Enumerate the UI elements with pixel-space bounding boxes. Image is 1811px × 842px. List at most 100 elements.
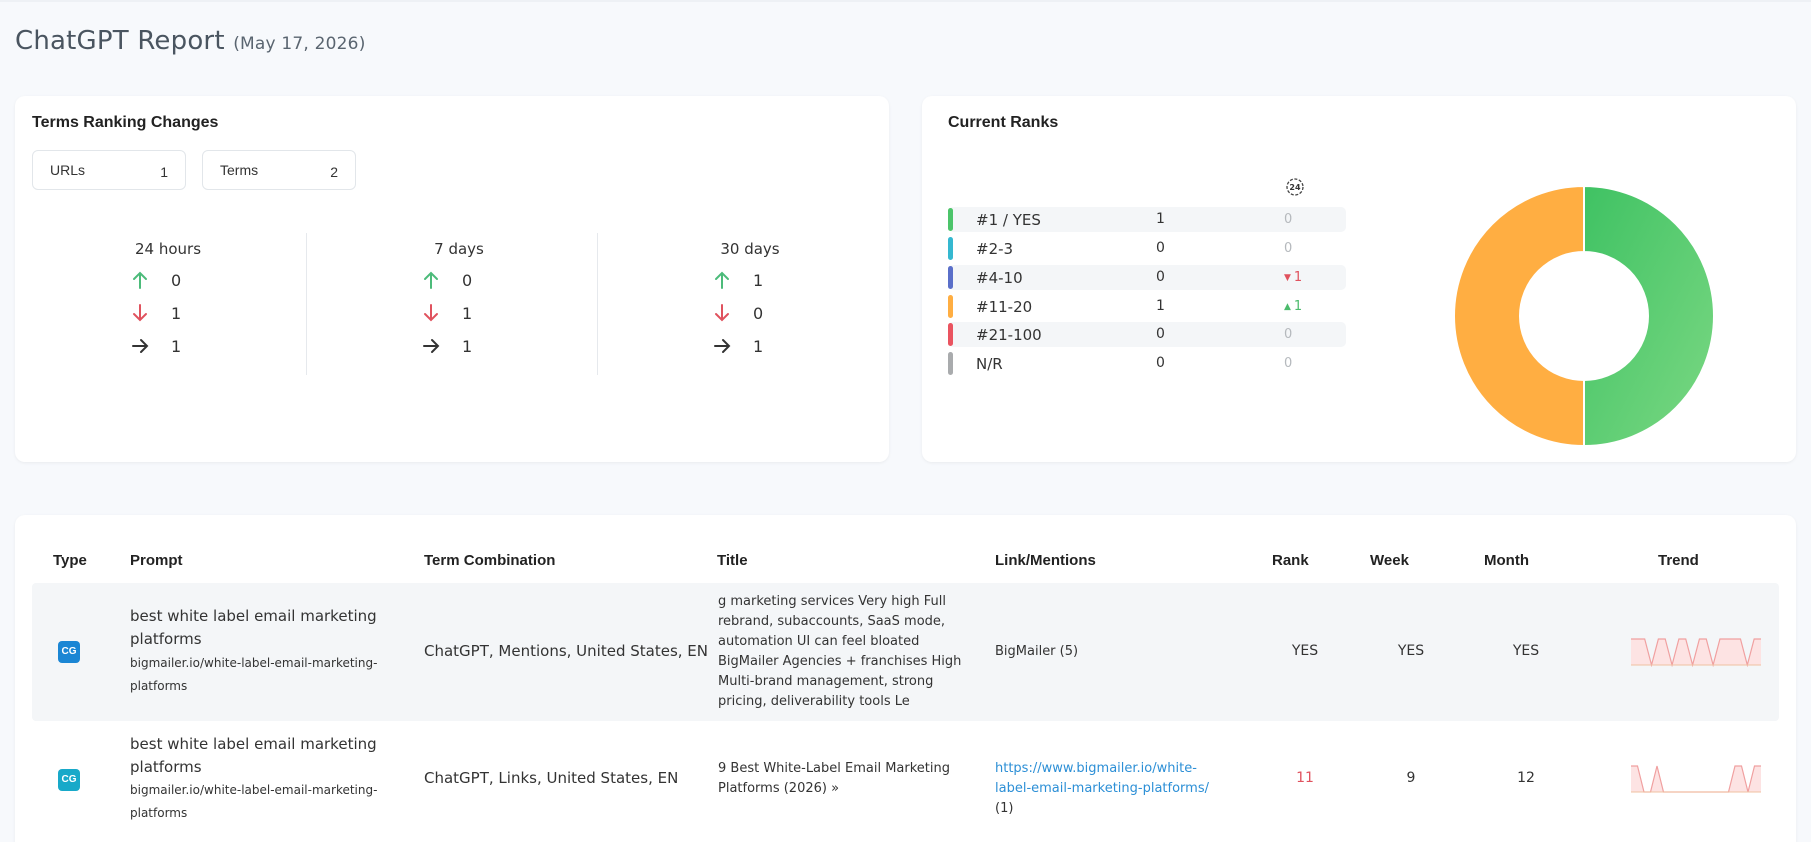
rank-change: 0 (1284, 241, 1293, 256)
header-type[interactable]: Type (53, 552, 87, 569)
rank-color-bar (948, 295, 953, 318)
donut-slice[interactable] (1454, 186, 1585, 446)
arrow-down-icon (424, 304, 438, 322)
terms-label: Terms (220, 162, 259, 178)
period-7-days: 7 days 0 1 1 (314, 234, 604, 376)
rank-change: ▼ 1 (1284, 270, 1303, 285)
header-rank[interactable]: Rank (1272, 552, 1309, 569)
report-date: (May 17, 2026) (233, 34, 366, 54)
month-value: 12 (1517, 770, 1535, 786)
rank-color-bar (948, 208, 953, 231)
rank-color-bar (948, 352, 953, 375)
rank-row: N/R 0 0 (948, 351, 1346, 376)
improved-row: 0 (422, 270, 502, 296)
donut-slice[interactable] (1583, 186, 1714, 446)
arrow-right-icon (423, 339, 440, 353)
prompt-url: bigmailer.io/white-label-email-marketing… (130, 783, 378, 820)
table-row[interactable]: CG best white label email marketing plat… (32, 721, 1779, 839)
chatgpt-links-type-icon: CG (58, 769, 80, 791)
table-row[interactable]: CG best white label email marketing plat… (32, 583, 1779, 721)
clock-label: 24 (1289, 183, 1301, 192)
header-link-mentions[interactable]: Link/Mentions (995, 552, 1096, 569)
unchanged-count: 1 (171, 337, 182, 356)
urls-label: URLs (50, 162, 86, 178)
header-trend[interactable]: Trend (1658, 552, 1699, 569)
triangle-down-icon: ▼ (1284, 273, 1291, 283)
period-24-hours: 24 hours 0 1 1 (23, 234, 313, 376)
period-label: 24 hours (134, 240, 202, 258)
rank-count: 0 (1156, 240, 1165, 256)
rank-color-bar (948, 237, 953, 260)
header-term-combination[interactable]: Term Combination (424, 552, 555, 569)
sparkline-area (1631, 766, 1761, 792)
rank-change: 0 (1284, 327, 1293, 342)
improved-count: 0 (462, 271, 473, 290)
header-week[interactable]: Week (1370, 552, 1409, 569)
declined-count: 1 (462, 304, 473, 323)
rank-label: #2-3 (976, 240, 1014, 258)
arrow-up-icon (715, 271, 729, 289)
rank-row: #4-10 0 ▼ 1 (948, 265, 1346, 290)
terms-value: 2 (330, 164, 338, 180)
history-24h-icon: 24 (1286, 178, 1304, 196)
period-30-days: 30 days 1 0 1 (605, 234, 895, 376)
card-title: Current Ranks (948, 114, 1059, 131)
declined-count: 1 (171, 304, 182, 323)
rank-count: 1 (1156, 211, 1165, 227)
rank-value: YES (1291, 643, 1319, 659)
rank-label: N/R (976, 355, 1003, 373)
unchanged-row: 1 (422, 336, 502, 362)
top-divider (0, 0, 1811, 2)
month-value: YES (1512, 643, 1540, 659)
mentions-cell: BigMailer (5) (995, 644, 1078, 659)
prompt-url: bigmailer.io/white-label-email-marketing… (130, 656, 378, 693)
arrow-right-icon (132, 339, 149, 353)
terms-ranking-changes-card: Terms Ranking Changes URLs 1 Terms 2 24 … (15, 96, 889, 462)
chatgpt-type-icon: CG (58, 641, 80, 663)
arrow-right-icon (714, 339, 731, 353)
rank-row: #11-20 1 ▲ 1 (948, 294, 1346, 319)
rank-color-bar (948, 323, 953, 346)
arrow-up-icon (133, 271, 147, 289)
improved-row: 0 (131, 270, 211, 296)
rank-label: #1 / YES (976, 211, 1041, 229)
rank-label: #11-20 (976, 298, 1033, 316)
rank-count: 1 (1156, 298, 1165, 314)
rank-change: 0 (1284, 212, 1293, 227)
prompt-text: best white label email marketing platfor… (130, 607, 377, 648)
unchanged-count: 1 (753, 337, 764, 356)
rank-row: #2-3 0 0 (948, 236, 1346, 261)
rank-label: #4-10 (976, 269, 1023, 287)
unchanged-count: 1 (462, 337, 473, 356)
rank-row: #1 / YES 1 0 (948, 207, 1346, 232)
terms-count-box[interactable]: Terms 2 (202, 150, 356, 190)
urls-count-box[interactable]: URLs 1 (32, 150, 186, 190)
declined-count: 0 (753, 304, 764, 323)
rank-count: 0 (1156, 269, 1165, 285)
result-title[interactable]: 9 Best White-Label Email Marketing Platf… (718, 759, 968, 799)
period-label: 30 days (720, 240, 780, 258)
declined-row: 1 (422, 303, 502, 329)
unchanged-row: 1 (713, 336, 793, 362)
term-combination: ChatGPT, Mentions, United States, EN (424, 642, 708, 660)
prompt-text: best white label email marketing platfor… (130, 735, 377, 776)
arrow-up-icon (424, 271, 438, 289)
ranks-donut-chart (1454, 186, 1714, 446)
triangle-up-icon: ▲ (1284, 302, 1291, 312)
terms-table: Type Prompt Term Combination Title Link/… (15, 515, 1796, 842)
header-month[interactable]: Month (1484, 552, 1529, 569)
period-divider (597, 233, 598, 375)
arrow-down-icon (133, 304, 147, 322)
result-link[interactable]: https://www.bigmailer.io/white-label-ema… (995, 761, 1209, 796)
rank-value: 11 (1296, 770, 1314, 786)
mention-count: (5) (1059, 644, 1079, 659)
header-prompt[interactable]: Prompt (130, 552, 183, 569)
card-title: Terms Ranking Changes (32, 114, 219, 131)
header-title[interactable]: Title (717, 552, 748, 569)
rank-count: 0 (1156, 355, 1165, 371)
mention-name: BigMailer (995, 644, 1056, 659)
trend-sparkline (1631, 765, 1761, 793)
period-divider (306, 233, 307, 375)
rank-change: ▲ 1 (1284, 299, 1303, 314)
trend-sparkline (1631, 638, 1761, 667)
